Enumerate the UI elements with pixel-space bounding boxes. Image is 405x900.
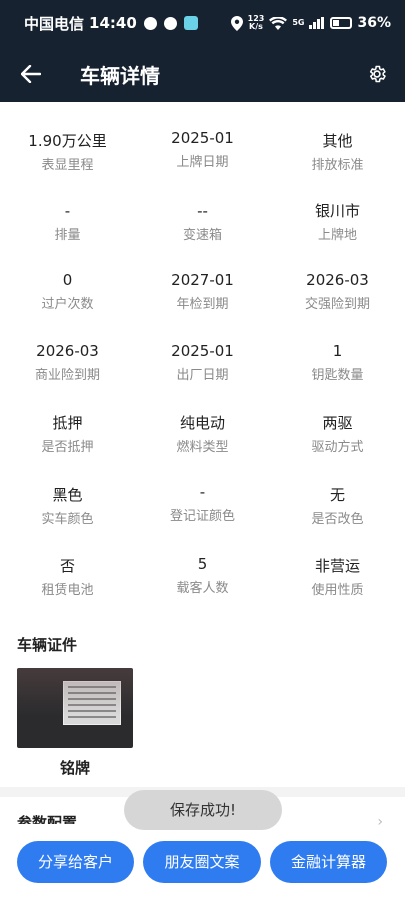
share-to-customer-button[interactable]: 分享给客户 bbox=[17, 841, 134, 883]
app-notification-icon bbox=[183, 16, 198, 30]
spec-label: 驱动方式 bbox=[311, 440, 364, 455]
finance-calculator-button[interactable]: 金融计算器 bbox=[270, 841, 387, 883]
spec-label: 过户次数 bbox=[41, 297, 94, 312]
spec-label: 使用性质 bbox=[311, 583, 364, 598]
spec-cell: - 排量 bbox=[0, 200, 135, 245]
alarm-icon bbox=[143, 16, 157, 30]
spec-label: 排量 bbox=[54, 228, 81, 243]
spec-label: 上牌日期 bbox=[176, 155, 229, 170]
spec-cell: 银川市 上牌地 bbox=[270, 200, 405, 245]
moments-copy-button[interactable]: 朋友圈文案 bbox=[143, 841, 261, 883]
spec-cell: 抵押 是否抵押 bbox=[0, 412, 135, 457]
spec-label: 租赁电池 bbox=[41, 583, 94, 598]
spec-value: 两驱 bbox=[322, 414, 353, 432]
page-title: 车辆详情 bbox=[80, 63, 160, 88]
clock: 14:40 bbox=[89, 14, 137, 32]
back-button[interactable] bbox=[0, 46, 62, 102]
spec-value: 银川市 bbox=[314, 202, 360, 220]
spec-label: 商业险到期 bbox=[34, 368, 100, 383]
spec-value: - bbox=[64, 202, 71, 220]
spec-label: 是否改色 bbox=[311, 512, 364, 527]
arrow-left-icon bbox=[21, 65, 41, 83]
parameter-config-section-title[interactable]: 参数配置 bbox=[17, 812, 77, 824]
spec-value: -- bbox=[197, 202, 208, 220]
spec-value: 黑色 bbox=[52, 486, 83, 504]
spec-value: 2026-03 bbox=[36, 342, 99, 360]
spec-value: 其他 bbox=[322, 132, 353, 150]
spec-label: 交强险到期 bbox=[304, 297, 370, 312]
bottom-action-bar: 分享给客户 朋友圈文案 金融计算器 bbox=[0, 830, 405, 900]
spec-label: 钥匙数量 bbox=[311, 368, 364, 383]
spec-cell: 2025-01 上牌日期 bbox=[135, 127, 270, 172]
chevron-right-icon: › bbox=[377, 814, 383, 830]
status-bar: 中国电信 14:40 123 K/s 5G 36% bbox=[0, 0, 405, 46]
spec-label: 上牌地 bbox=[317, 228, 357, 243]
spec-value: 2027-01 bbox=[171, 271, 234, 289]
nameplate-caption: 铭牌 bbox=[59, 759, 90, 777]
network-type: 5G bbox=[292, 18, 305, 27]
spec-cell: 否租赁电池 bbox=[0, 555, 135, 600]
spec-value: 1.90万公里 bbox=[28, 132, 107, 150]
gear-icon bbox=[369, 65, 386, 83]
net-speed: 123 K/s bbox=[247, 14, 265, 31]
spec-label: 出厂日期 bbox=[176, 368, 229, 383]
notification-icon bbox=[163, 16, 177, 30]
spec-value: 0 bbox=[62, 271, 73, 289]
spec-label: 表显里程 bbox=[41, 158, 94, 173]
location-icon bbox=[230, 15, 243, 31]
spec-cell: 纯电动 燃料类型 bbox=[135, 412, 270, 457]
app-bar: 车辆详情 bbox=[0, 46, 405, 102]
spec-value: 2026-03 bbox=[306, 271, 369, 289]
spec-label: 燃料类型 bbox=[176, 440, 229, 455]
spec-cell: 两驱 驱动方式 bbox=[270, 412, 405, 457]
spec-cell: 2025-01 出厂日期 bbox=[135, 340, 270, 385]
spec-cell: 2026-03 商业险到期 bbox=[0, 340, 135, 385]
spec-label: 年检到期 bbox=[176, 297, 229, 312]
spec-cell: 2026-03 交强险到期 bbox=[270, 269, 405, 314]
spec-value: 2025-01 bbox=[171, 129, 234, 147]
nameplate-photo[interactable] bbox=[17, 668, 133, 748]
spec-label: 变速箱 bbox=[182, 228, 222, 243]
carrier-name: 中国电信 bbox=[24, 14, 85, 33]
spec-value: 非营运 bbox=[314, 557, 360, 575]
spec-value: 抵押 bbox=[52, 414, 83, 432]
spec-label: 载客人数 bbox=[176, 581, 229, 596]
spec-label: 排放标准 bbox=[311, 158, 364, 173]
spec-value: 纯电动 bbox=[179, 414, 225, 432]
spec-cell: 黑色 实车颜色 bbox=[0, 484, 135, 529]
spec-cell: 无是否改色 bbox=[270, 484, 405, 529]
spec-cell: 非营运 使用性质 bbox=[270, 555, 405, 600]
spec-value: 无 bbox=[329, 486, 345, 504]
spec-value: 5 bbox=[197, 555, 208, 573]
spec-cell: 其他 排放标准 bbox=[270, 130, 405, 175]
save-success-toast: 保存成功! bbox=[124, 790, 282, 830]
wifi-icon bbox=[269, 16, 288, 30]
settings-button[interactable] bbox=[349, 46, 405, 102]
spec-cell: 5 载客人数 bbox=[135, 553, 270, 598]
spec-label: 实车颜色 bbox=[41, 512, 94, 527]
spec-value: 2025-01 bbox=[171, 342, 234, 360]
spec-label: 是否抵押 bbox=[41, 440, 94, 455]
spec-value: - bbox=[199, 483, 206, 501]
spec-cell: 2027-01 年检到期 bbox=[135, 269, 270, 314]
spec-label: 登记证颜色 bbox=[169, 509, 235, 524]
spec-cell: 1 钥匙数量 bbox=[270, 340, 405, 385]
battery-level: 36% bbox=[357, 15, 391, 31]
spec-cell: - 登记证颜色 bbox=[135, 481, 270, 526]
spec-value: 1 bbox=[332, 342, 343, 360]
spec-cell: 1.90万公里 表显里程 bbox=[0, 130, 135, 175]
spec-value: 否 bbox=[59, 557, 75, 575]
spec-cell: 0 过户次数 bbox=[0, 269, 135, 314]
spec-cell: -- 变速箱 bbox=[135, 200, 270, 245]
documents-section-title: 车辆证件 bbox=[17, 636, 78, 654]
signal-icon bbox=[309, 17, 325, 29]
battery-icon bbox=[330, 17, 353, 29]
